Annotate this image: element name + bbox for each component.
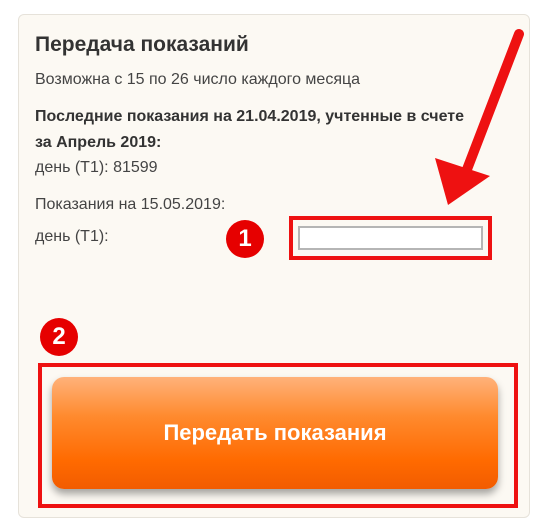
availability-note: Возможна с 15 по 26 число каждого месяца (35, 71, 361, 88)
last-readings-heading: Последние показания на 21.04.2019, учтен… (35, 108, 464, 151)
last-reading-value: день (Т1): 81599 (35, 159, 158, 176)
step-1-badge: 1 (226, 220, 264, 258)
new-readings-heading: Показания на 15.05.2019: (35, 196, 226, 213)
submit-readings-button[interactable]: Передать показания (52, 377, 498, 489)
day-reading-label: день (Т1): (35, 228, 109, 245)
panel-title: Передача показаний (35, 33, 249, 56)
input-highlight-frame (289, 216, 492, 260)
step-2-badge: 2 (40, 318, 78, 356)
